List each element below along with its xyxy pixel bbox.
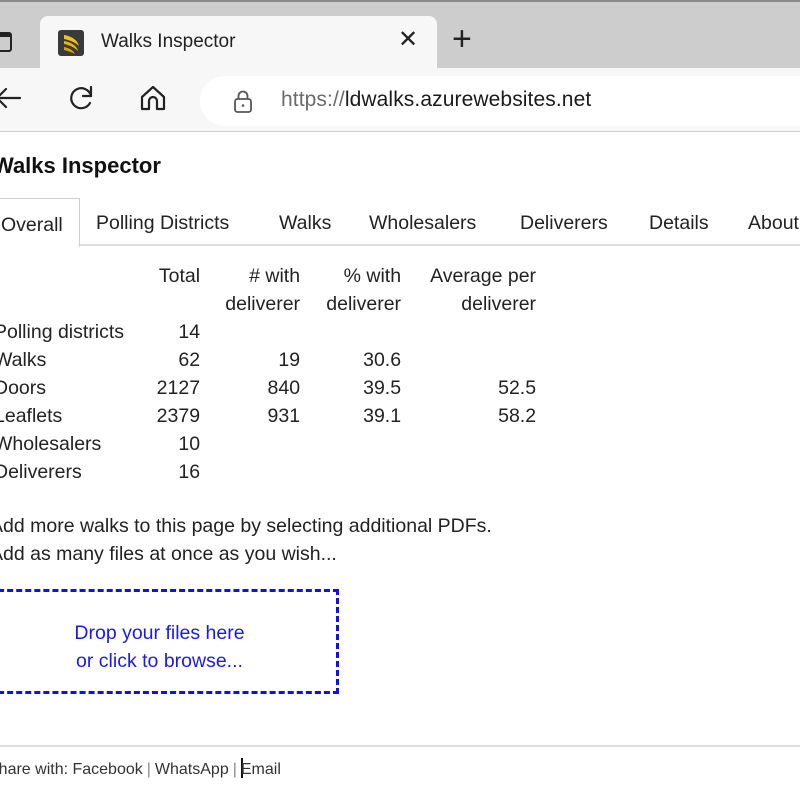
table-row: Leaflets 2379 931 39.1 58.2 [0,402,536,430]
table-row: Deliverers 16 [0,458,536,486]
dropzone-line1: Drop your files here [74,622,245,644]
table-row: Polling districts 14 [0,318,536,346]
cell-total: 10 [178,433,201,455]
row-label: Deliverers [0,461,82,483]
file-drop-zone[interactable]: Drop your files here or click to browse.… [0,589,339,694]
cell-pct [300,458,401,486]
tab-walks[interactable]: Walks [279,212,331,235]
reload-icon[interactable] [66,82,98,114]
cell-with [200,430,300,458]
cell-total: 14 [178,321,201,343]
tab-details[interactable]: Details [649,212,709,235]
tab-overall[interactable]: Overall [0,198,80,248]
cell-pct [300,430,401,458]
browser-tab-strip: Walks Inspector ✕ + [0,0,800,72]
share-bar: Share with: Facebook|WhatsApp|Email [0,758,281,779]
header-pct-line2: deliverer [326,293,402,315]
share-separator: | [146,761,151,778]
header-avg-line2: deliverer [461,293,537,315]
header-with-deliverer: # with deliverer [200,262,300,318]
add-walks-info: Add more walks to this page by selecting… [0,512,492,568]
url-text[interactable]: https://ldwalks.azurewebsites.net [281,88,591,112]
header-pct-line1: % with [343,265,402,287]
header-total: Total [134,262,200,318]
tabs-divider [0,244,800,246]
tab-deliverers[interactable]: Deliverers [520,212,608,235]
browser-tab-title: Walks Inspector [101,31,236,52]
cell-with [200,458,300,486]
page-tabs: Overall Polling Districts Walks Wholesal… [0,198,800,248]
header-pct-with-deliverer: % with deliverer [300,262,401,318]
header-total-text: Total [158,265,201,287]
share-facebook-link[interactable]: Facebook [72,761,142,778]
cell-with [200,318,300,346]
row-label: Doors [0,377,47,399]
cell-pct [300,318,401,346]
table-header-row: Total # with deliverer % with deliverer Av… [0,262,536,318]
info-line: Add as many files at once as you wish... [0,543,337,565]
row-label: Walks [0,349,47,371]
info-line: Add more walks to this page by selecting… [0,515,492,537]
dropzone-line2: or click to browse... [76,650,243,672]
row-label: Polling districts [0,321,125,343]
cell-total: 2127 [156,377,201,399]
row-label: Wholesalers [0,433,102,455]
browser-tab[interactable]: Walks Inspector ✕ [40,16,437,72]
table-row: Doors 2127 840 39.5 52.5 [0,374,536,402]
cell-avg [401,318,536,346]
overall-stats-table: Total # with deliverer % with deliverer Av… [0,262,536,486]
tab-overview-icon[interactable] [0,32,12,52]
close-tab-icon[interactable]: ✕ [398,28,418,52]
address-bar[interactable]: https://ldwalks.azurewebsites.net [200,76,800,126]
share-prefix: Share with: [0,761,69,778]
cell-total: 62 [178,349,201,371]
cell-avg [401,346,536,374]
footer-divider [0,745,800,747]
tab-polling-districts[interactable]: Polling Districts [96,212,229,235]
header-average-per-deliverer: Average per deliverer [401,262,536,318]
cell-pct: 39.1 [363,405,402,427]
cell-avg: 58.2 [498,405,537,427]
header-avg-line1: Average per [430,265,537,287]
cell-with: 19 [278,349,301,371]
home-icon[interactable] [137,82,169,114]
url-scheme: https:// [281,88,345,111]
cell-avg: 52.5 [498,377,537,399]
row-label: Leaflets [0,405,63,427]
cell-pct: 30.6 [363,349,402,371]
walks-inspector-logo-icon [58,30,84,56]
header-label [0,262,134,318]
cell-avg [401,458,536,486]
table-row: Wholesalers 10 [0,430,536,458]
share-separator: | [232,761,237,778]
tab-wholesalers[interactable]: Wholesalers [369,212,476,235]
table-row: Walks 62 19 30.6 [0,346,536,374]
new-tab-plus-icon[interactable]: + [452,22,472,56]
url-host: ldwalks.azurewebsites.net [344,88,592,111]
cell-with: 931 [267,405,301,427]
back-arrow-icon[interactable] [0,82,24,114]
browser-toolbar: https://ldwalks.azurewebsites.net [0,68,800,132]
share-email-link[interactable]: Email [241,761,281,778]
share-whatsapp-link[interactable]: WhatsApp [155,761,229,778]
cell-with: 840 [267,377,301,399]
cell-total: 16 [178,461,201,483]
page-title: Walks Inspector [0,153,161,178]
cell-total: 2379 [156,405,201,427]
lock-icon[interactable] [230,88,256,114]
cell-pct: 39.5 [363,377,402,399]
cell-avg [401,430,536,458]
tab-about[interactable]: About [748,212,799,235]
header-with-line1: # with [249,265,301,287]
header-with-line2: deliverer [225,293,301,315]
